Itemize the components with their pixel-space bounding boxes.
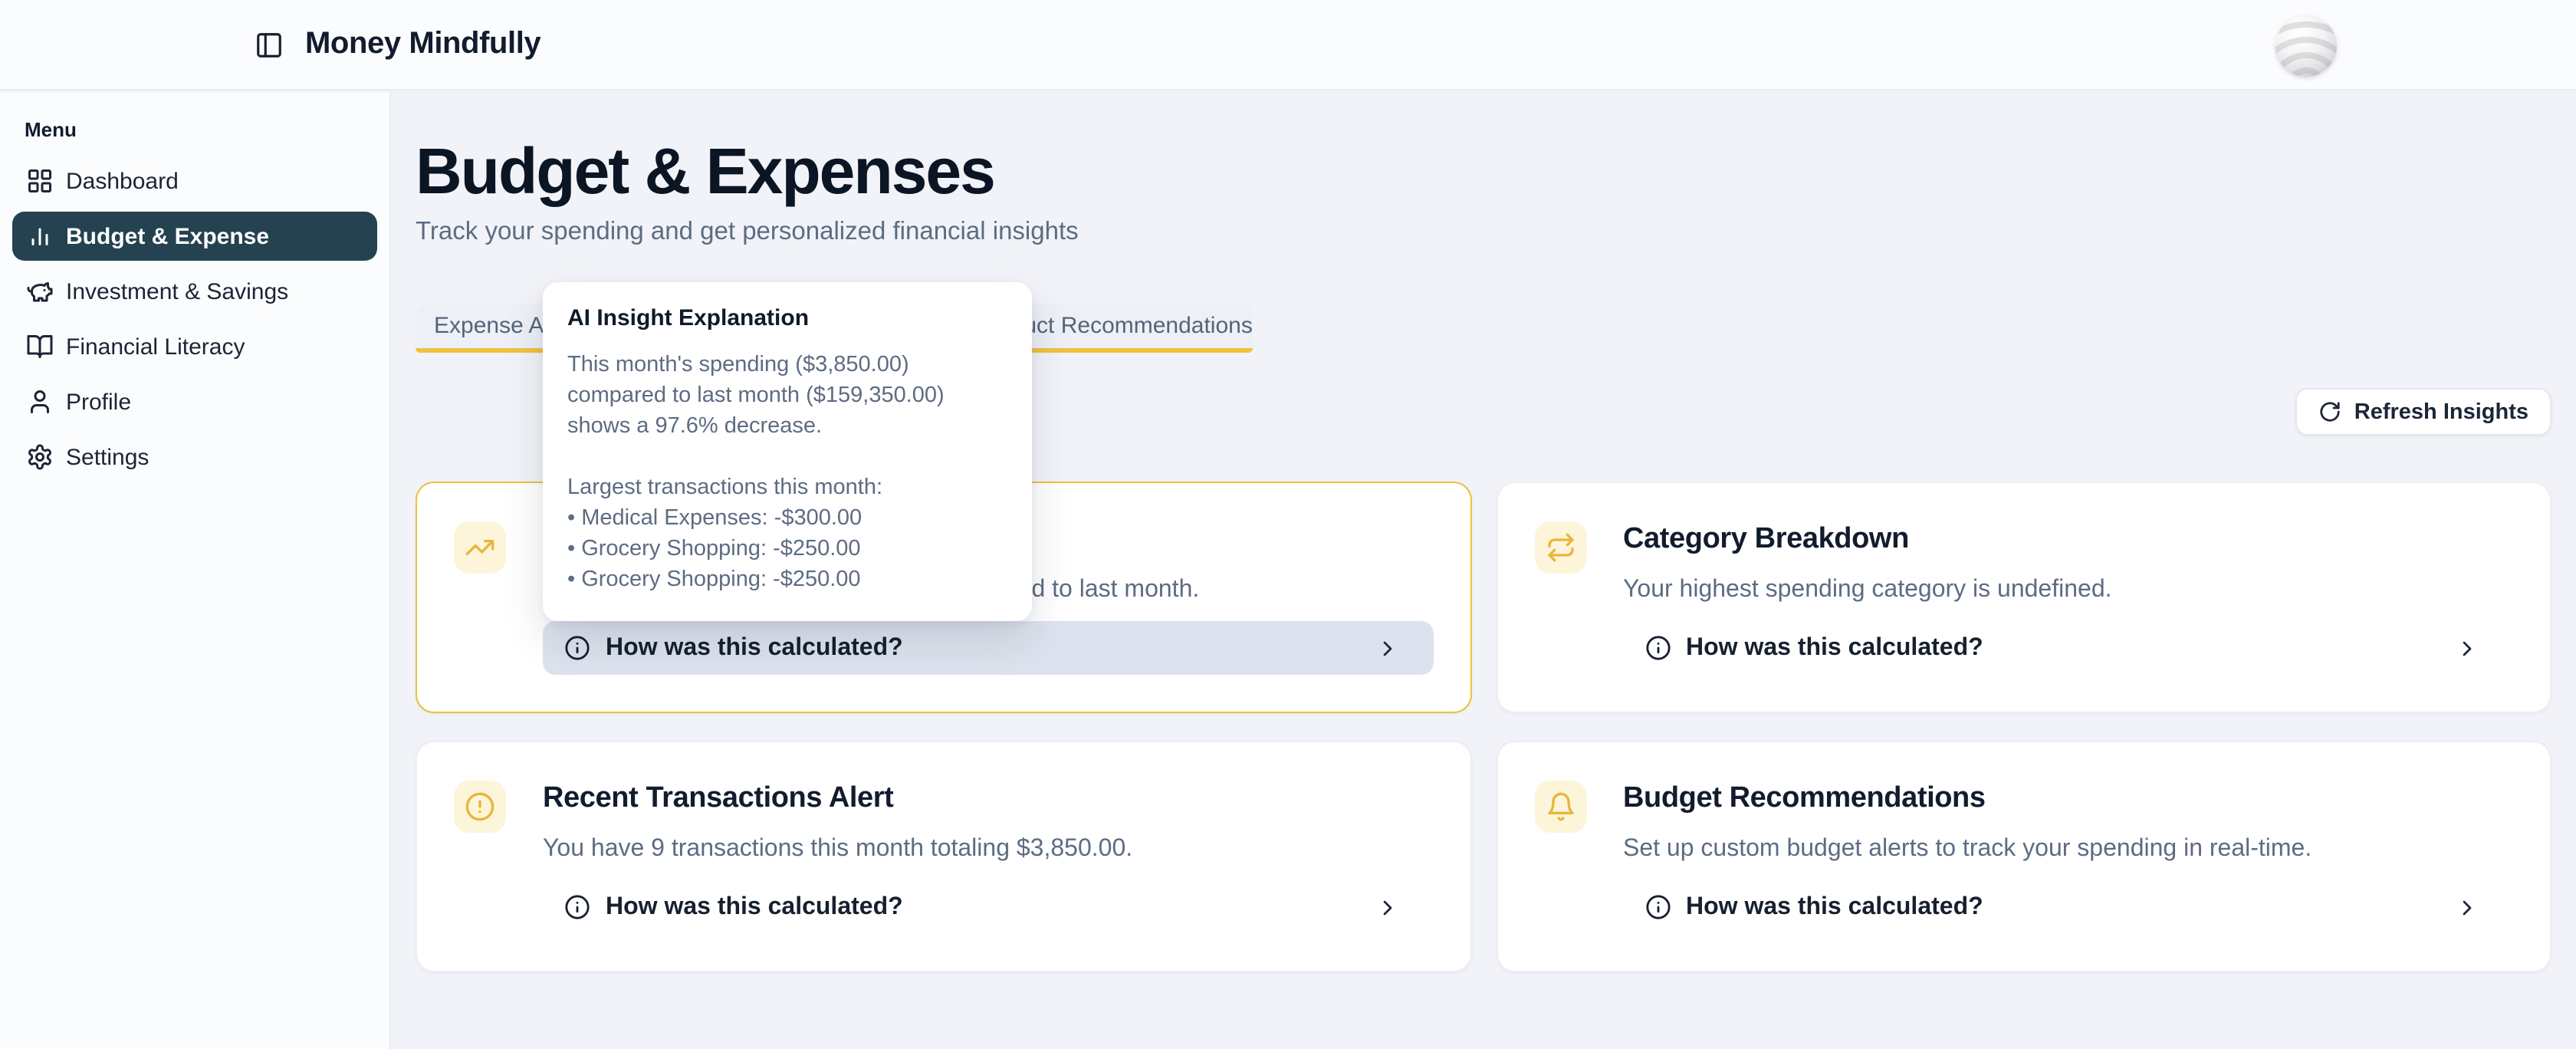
info-icon bbox=[564, 635, 590, 661]
app-header: Money Mindfully bbox=[0, 0, 2576, 90]
card-title: Budget Recommendations bbox=[1623, 781, 2513, 817]
alert-circle-icon bbox=[454, 781, 506, 833]
chevron-right-icon bbox=[1375, 636, 1411, 660]
how-calculated-link[interactable]: How was this calculated? bbox=[543, 621, 1433, 675]
sidebar: Menu Dashboard Budget & Expense Investme… bbox=[0, 92, 391, 1049]
book-open-icon bbox=[26, 333, 54, 360]
info-icon bbox=[1644, 635, 1671, 661]
sidebar-item-label: Budget & Expense bbox=[66, 223, 269, 249]
bell-icon bbox=[1534, 781, 1586, 833]
card-subtitle: Your highest spending category is undefi… bbox=[1623, 574, 2513, 607]
how-calculated-label: How was this calculated? bbox=[1686, 634, 1983, 662]
how-calculated-label: How was this calculated? bbox=[606, 634, 903, 662]
card-subtitle: Set up custom budget alerts to track you… bbox=[1623, 833, 2513, 866]
how-calculated-link[interactable]: How was this calculated? bbox=[1623, 621, 2513, 675]
ai-insight-tooltip: AI Insight Explanation This month's spen… bbox=[543, 282, 1032, 621]
info-icon bbox=[564, 894, 590, 920]
chevron-right-icon bbox=[2455, 895, 2492, 919]
sidebar-item-label: Profile bbox=[66, 389, 131, 415]
sidebar-item-label: Investment & Savings bbox=[66, 278, 288, 304]
tooltip-body: This month's spending ($3,850.00) compar… bbox=[567, 350, 1007, 442]
tooltip-title: AI Insight Explanation bbox=[567, 305, 1007, 333]
sidebar-toggle-button[interactable] bbox=[255, 31, 284, 60]
app-title: Money Mindfully bbox=[305, 27, 540, 62]
budget-recommendations-card: Budget Recommendations Set up custom bud… bbox=[1496, 741, 2551, 972]
tooltip-list-item: • Grocery Shopping: -$250.00 bbox=[567, 564, 1007, 595]
sidebar-item-financial-literacy[interactable]: Financial Literacy bbox=[12, 322, 377, 371]
how-calculated-label: How was this calculated? bbox=[606, 893, 903, 921]
sidebar-item-investment-savings[interactable]: Investment & Savings bbox=[12, 267, 377, 316]
card-title: Recent Transactions Alert bbox=[543, 781, 1433, 817]
sidebar-item-budget-expense[interactable]: Budget & Expense bbox=[12, 212, 377, 261]
piggy-bank-icon bbox=[26, 278, 54, 305]
sidebar-item-settings[interactable]: Settings bbox=[12, 432, 377, 482]
card-subtitle: You have 9 transactions this month total… bbox=[543, 833, 1433, 866]
sidebar-menu-label: Menu bbox=[25, 118, 389, 141]
how-calculated-link[interactable]: How was this calculated? bbox=[543, 880, 1433, 934]
user-icon bbox=[26, 388, 54, 416]
sidebar-item-dashboard[interactable]: Dashboard bbox=[12, 156, 377, 206]
trending-up-icon bbox=[454, 521, 506, 574]
sidebar-item-label: Financial Literacy bbox=[66, 334, 245, 360]
sidebar-item-label: Dashboard bbox=[66, 168, 179, 194]
tooltip-list-item: • Medical Expenses: -$300.00 bbox=[567, 503, 1007, 534]
refresh-icon bbox=[2319, 400, 2342, 423]
category-breakdown-card: Category Breakdown Your highest spending… bbox=[1496, 482, 2551, 713]
how-calculated-label: How was this calculated? bbox=[1686, 893, 1983, 921]
tooltip-list-item: • Grocery Shopping: -$250.00 bbox=[567, 534, 1007, 564]
info-icon bbox=[1644, 894, 1671, 920]
gear-icon bbox=[26, 443, 54, 471]
repeat-icon bbox=[1534, 521, 1586, 574]
tooltip-list-heading: Largest transactions this month: bbox=[567, 472, 1007, 503]
app-window: Money Mindfully Menu Dashboard Budget & … bbox=[0, 0, 2576, 1049]
page-subtitle: Track your spending and get personalized… bbox=[416, 215, 2551, 248]
chevron-right-icon bbox=[1375, 895, 1411, 919]
card-title: Category Breakdown bbox=[1623, 521, 2513, 558]
recent-transactions-card: Recent Transactions Alert You have 9 tra… bbox=[416, 741, 1471, 972]
sidebar-item-profile[interactable]: Profile bbox=[12, 377, 377, 426]
dashboard-icon bbox=[26, 167, 54, 195]
avatar[interactable] bbox=[2275, 15, 2337, 77]
chevron-right-icon bbox=[2455, 636, 2492, 660]
sidebar-nav: Dashboard Budget & Expense Investment & … bbox=[0, 156, 389, 482]
bar-chart-icon bbox=[26, 222, 54, 250]
refresh-insights-button[interactable]: Refresh Insights bbox=[2296, 388, 2551, 436]
how-calculated-link[interactable]: How was this calculated? bbox=[1623, 880, 2513, 934]
sidebar-item-label: Settings bbox=[66, 444, 149, 470]
page-title: Budget & Expenses bbox=[416, 138, 2551, 206]
refresh-insights-label: Refresh Insights bbox=[2354, 400, 2528, 424]
